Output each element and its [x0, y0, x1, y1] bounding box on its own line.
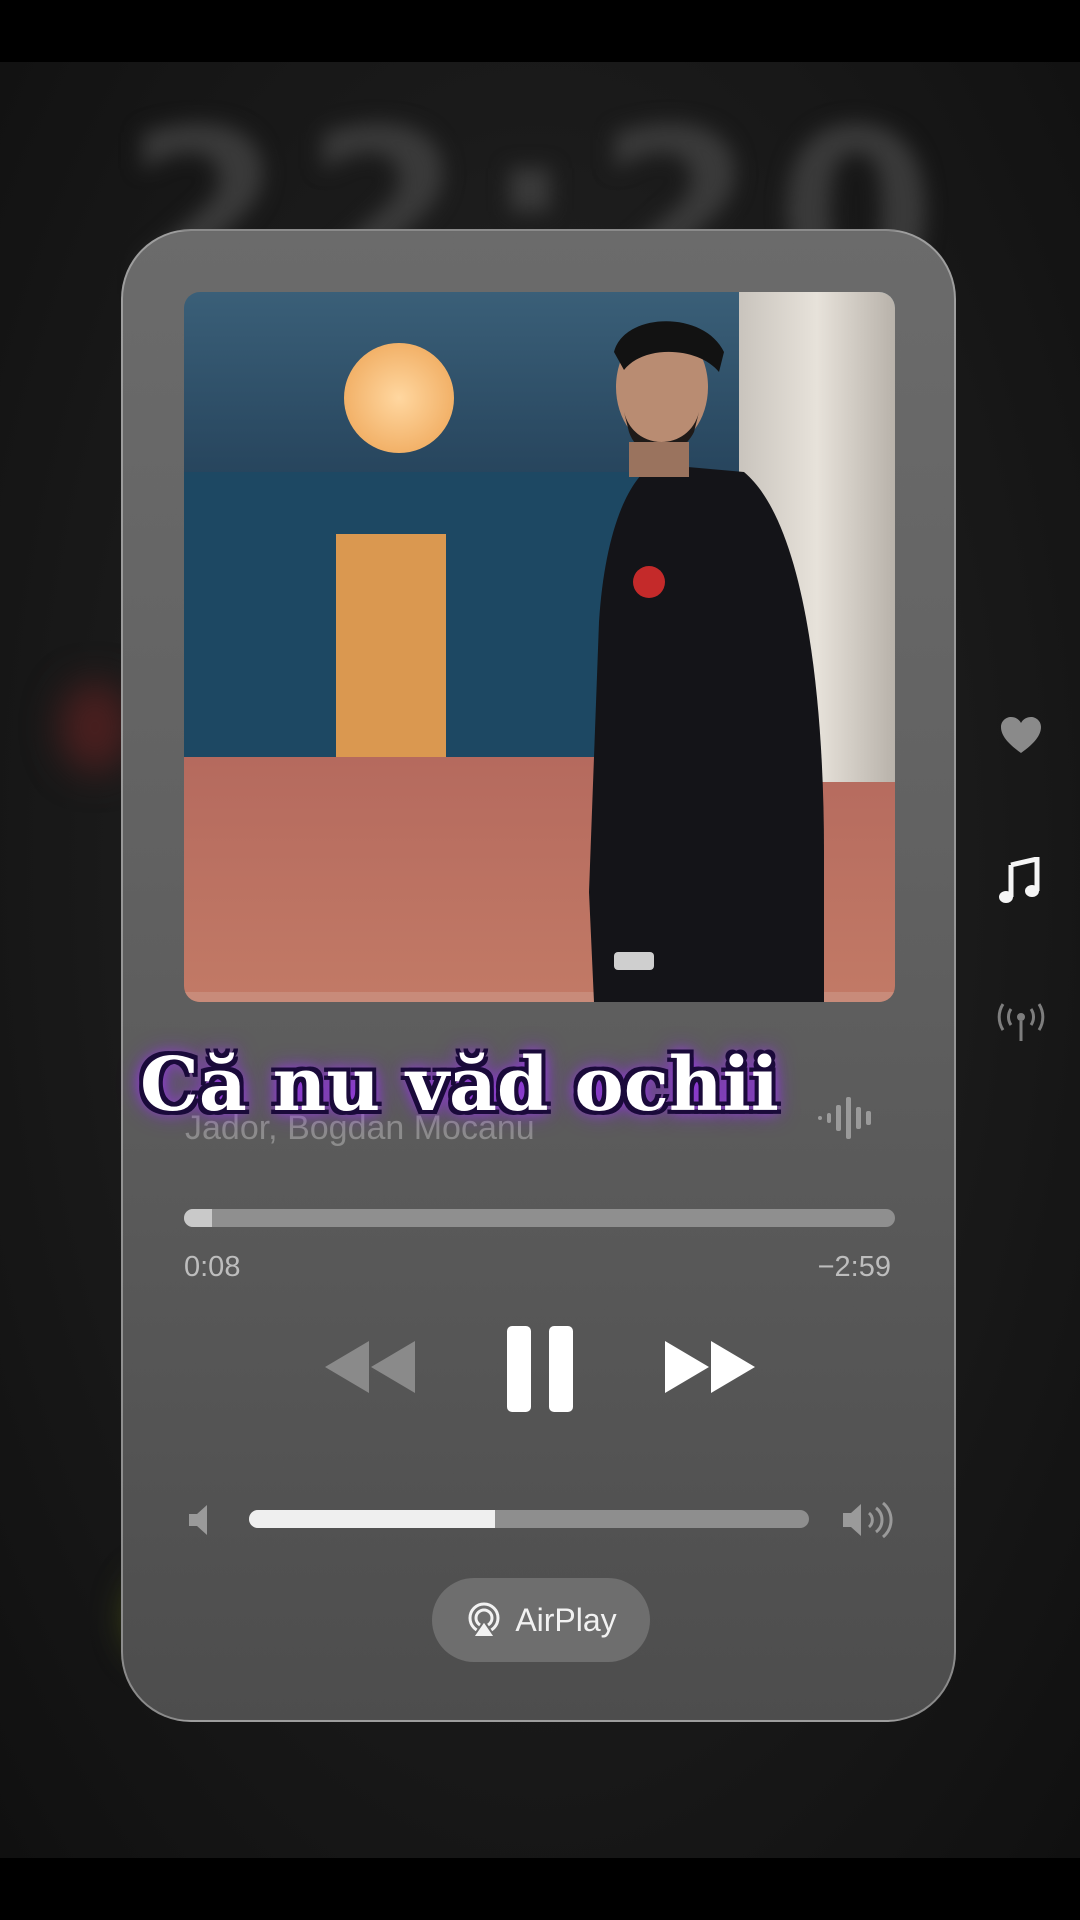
volume-max-icon: [843, 1501, 893, 1539]
elapsed-time: 0:08: [184, 1251, 241, 1283]
playback-progress-bar[interactable]: [184, 1209, 895, 1227]
airplay-label: AirPlay: [515, 1601, 617, 1638]
pause-button[interactable]: [505, 1324, 575, 1414]
background-blur-red: [60, 682, 130, 772]
broadcast-icon[interactable]: [996, 1003, 1046, 1045]
lossless-waveform-icon[interactable]: [816, 1093, 876, 1143]
rewind-button[interactable]: [321, 1337, 417, 1397]
playback-progress-fill: [184, 1209, 213, 1227]
volume-slider[interactable]: [249, 1510, 809, 1528]
album-artwork: [184, 292, 895, 1002]
music-note-icon[interactable]: [997, 857, 1041, 905]
fast-forward-button[interactable]: [663, 1337, 759, 1397]
airplay-button[interactable]: AirPlay: [432, 1578, 650, 1662]
airplay-icon: [468, 1602, 500, 1638]
volume-min-icon: [189, 1505, 207, 1535]
heart-icon[interactable]: [999, 715, 1043, 755]
lyric-overlay-text: Că nu văd ochii: [140, 1042, 779, 1128]
volume-slider-fill: [249, 1510, 496, 1528]
now-playing-card: Jador, Bogdan Mocanu 0:08 −2:59 AirPlay: [121, 229, 956, 1722]
remaining-time: −2:59: [817, 1251, 891, 1283]
